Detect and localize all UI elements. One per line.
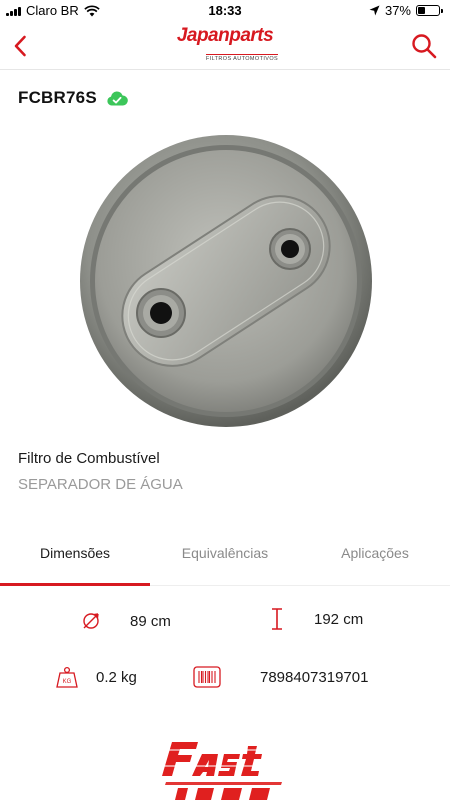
product-image	[80, 135, 372, 427]
diameter-value: 89 cm	[130, 612, 171, 630]
product-name: Filtro de Combustível	[18, 450, 160, 467]
diameter-icon	[76, 606, 106, 636]
height-icon	[262, 604, 292, 634]
brand-logo: Japanparts FILTROS AUTOMOTIVOS	[0, 25, 450, 65]
tab-bar: Dimensões Equivalências Aplicações	[0, 532, 450, 586]
product-code: FCBR76S	[18, 88, 97, 107]
barcode-icon	[192, 662, 222, 692]
status-bar: Claro BR 18:33 37%	[0, 0, 450, 22]
wifi-icon	[84, 4, 100, 16]
tab-aplicacoes[interactable]: Aplicações	[300, 532, 450, 585]
spec-barcode: 7898407319701	[192, 662, 368, 692]
spec-weight: KG 0.2 kg	[52, 662, 137, 692]
status-right: 37%	[369, 3, 443, 18]
barcode-value: 7898407319701	[260, 668, 369, 686]
brand-name: Japanparts	[176, 25, 274, 46]
spec-diameter: 89 cm	[76, 606, 171, 636]
battery-level	[418, 7, 426, 14]
nav-bar: Japanparts FILTROS AUTOMOTIVOS	[0, 22, 450, 70]
tab-equivalencias[interactable]: Equivalências	[150, 532, 300, 585]
carrier-name: Claro BR	[26, 3, 79, 18]
product-subtitle: SEPARADOR DE ÁGUA	[18, 476, 183, 493]
brand-tagline: FILTROS AUTOMOTIVOS	[205, 54, 279, 62]
tab-dimensoes[interactable]: Dimensões	[0, 532, 150, 586]
search-button[interactable]	[406, 28, 442, 64]
status-left: Claro BR	[6, 3, 100, 18]
battery-percent: 37%	[384, 3, 411, 18]
fast-lube-logo	[158, 742, 282, 800]
search-icon	[412, 34, 437, 59]
weight-value: 0.2 kg	[96, 668, 137, 686]
signal-icon	[6, 6, 21, 16]
cloud-check-icon	[107, 90, 128, 105]
location-arrow-icon	[369, 5, 380, 16]
svg-text:KG: KG	[63, 679, 72, 685]
spec-height: 192 cm	[262, 604, 363, 634]
product-code-row: FCBR76S	[18, 88, 128, 108]
weight-icon: KG	[52, 662, 82, 692]
height-value: 192 cm	[314, 610, 364, 628]
battery-icon	[416, 5, 443, 16]
